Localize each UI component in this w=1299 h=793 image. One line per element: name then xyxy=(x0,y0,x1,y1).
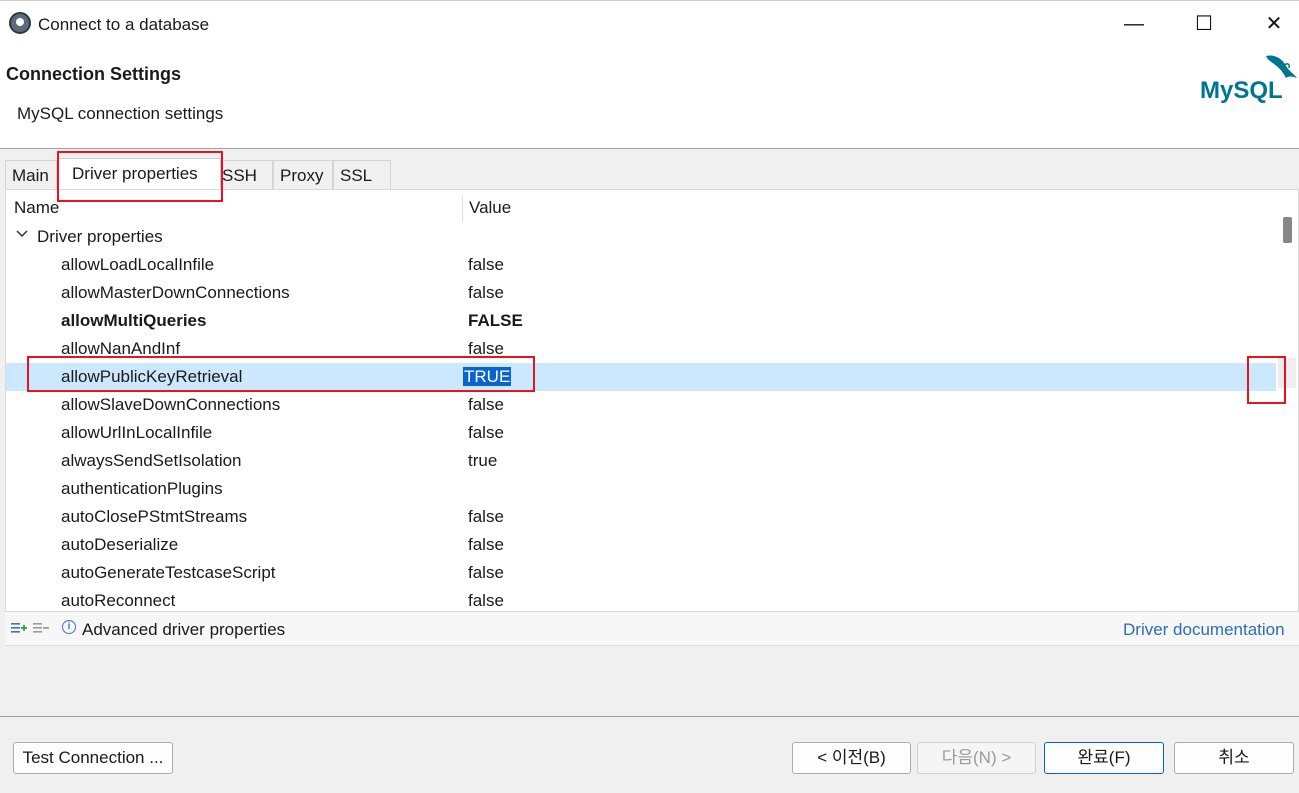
property-name: allowUrlInLocalInfile xyxy=(61,423,213,442)
property-value[interactable]: FALSE xyxy=(468,311,523,331)
finish-button[interactable]: 완료(F) xyxy=(1044,742,1164,774)
next-button[interactable]: 다음(N) > xyxy=(917,742,1036,774)
tab-proxy[interactable]: Proxy xyxy=(273,160,333,189)
property-name: autoDeserialize xyxy=(61,535,179,554)
property-name: autoClosePStmtStreams xyxy=(61,507,248,526)
minimize-button[interactable]: — xyxy=(1111,7,1157,41)
group-row-driver-properties[interactable]: Driver properties xyxy=(6,223,1276,251)
test-connection-button[interactable]: Test Connection ... xyxy=(13,742,173,774)
property-name: alwaysSendSetIsolation xyxy=(61,451,242,470)
page-subtitle: MySQL connection settings xyxy=(17,104,224,123)
table-row[interactable]: autoReconnect false xyxy=(6,587,1276,611)
property-name: authenticationPlugins xyxy=(61,479,223,498)
maximize-button[interactable]: ☐ xyxy=(1181,7,1227,41)
tab-ssh[interactable]: SSH xyxy=(221,160,273,189)
mysql-logo-text: MySQL xyxy=(1200,77,1283,104)
property-value[interactable]: false xyxy=(468,283,504,303)
property-value[interactable]: false xyxy=(468,255,504,275)
table-row[interactable]: allowUrlInLocalInfile false xyxy=(6,419,1276,447)
property-name: allowPublicKeyRetrieval xyxy=(61,367,243,386)
property-value[interactable]: false xyxy=(468,339,504,359)
table-row[interactable]: autoDeserialize false xyxy=(6,531,1276,559)
property-name: allowLoadLocalInfile xyxy=(61,255,215,274)
bottom-divider xyxy=(0,716,1299,717)
close-button[interactable]: ✕ xyxy=(1251,7,1297,41)
table-row[interactable]: allowMultiQueries FALSE xyxy=(6,307,1276,335)
property-name: allowMasterDownConnections xyxy=(61,283,290,302)
property-value-editor[interactable]: TRUE xyxy=(463,367,512,387)
vertical-scrollbar[interactable] xyxy=(1276,190,1298,611)
add-property-icon[interactable] xyxy=(11,621,27,635)
property-name: allowNanAndInf xyxy=(61,339,181,358)
tab-bar: Main Driver properties SSH Proxy SSL xyxy=(5,158,395,190)
page-title: Connection Settings xyxy=(6,64,181,84)
driver-documentation-link[interactable]: Driver documentation xyxy=(1123,620,1285,640)
mysql-logo: MySQL xyxy=(1200,55,1297,104)
tab-main[interactable]: Main xyxy=(5,160,57,189)
property-name: autoReconnect xyxy=(61,591,176,610)
title-bar: Connect to a database — ☐ ✕ xyxy=(0,0,1299,48)
column-divider[interactable] xyxy=(462,196,463,222)
property-name: autoGenerateTestcaseScript xyxy=(61,563,276,582)
back-button[interactable]: < 이전(B) xyxy=(792,742,911,774)
table-row[interactable]: authenticationPlugins xyxy=(6,475,1276,503)
table-row-selected[interactable]: allowPublicKeyRetrieval TRUE xyxy=(6,363,1276,391)
table-row[interactable]: allowLoadLocalInfile false xyxy=(6,251,1276,279)
property-value-text[interactable]: TRUE xyxy=(463,367,512,386)
dialog-header: Connection Settings MySQL connection set… xyxy=(0,48,1299,149)
property-name: allowMultiQueries xyxy=(61,311,207,330)
scrollbar-thumb[interactable] xyxy=(1283,217,1292,243)
property-row-button[interactable] xyxy=(1278,358,1296,388)
window-title: Connect to a database xyxy=(38,15,210,34)
table-row[interactable]: allowSlaveDownConnections false xyxy=(6,391,1276,419)
property-value[interactable]: false xyxy=(468,507,504,527)
cancel-button[interactable]: 취소 xyxy=(1174,742,1294,774)
remove-property-icon[interactable] xyxy=(33,621,49,635)
table-row[interactable]: autoGenerateTestcaseScript false xyxy=(6,559,1276,587)
property-value[interactable]: true xyxy=(468,451,497,471)
group-label: Driver properties xyxy=(37,227,163,246)
table-row[interactable]: autoClosePStmtStreams false xyxy=(6,503,1276,531)
table-row[interactable]: allowNanAndInf false xyxy=(6,335,1276,363)
column-header-name[interactable]: Name xyxy=(14,190,59,225)
property-value[interactable]: false xyxy=(468,423,504,443)
tab-driver-properties[interactable]: Driver properties xyxy=(57,158,221,190)
column-header-value[interactable]: Value xyxy=(469,190,511,225)
table-row[interactable]: alwaysSendSetIsolation true xyxy=(6,447,1276,475)
advanced-properties-label: Advanced driver properties xyxy=(82,620,286,639)
driver-properties-table: Name Value Driver properties allowLoadLo… xyxy=(5,189,1299,612)
table-row[interactable]: allowMasterDownConnections false xyxy=(6,279,1276,307)
chevron-down-icon[interactable] xyxy=(16,228,28,240)
property-value[interactable]: false xyxy=(468,591,504,611)
property-value[interactable]: false xyxy=(468,395,504,415)
properties-footer: i Advanced driver properties Driver docu… xyxy=(5,612,1299,646)
property-value[interactable]: false xyxy=(468,563,504,583)
property-value[interactable]: false xyxy=(468,535,504,555)
app-icon xyxy=(9,12,31,34)
info-icon: i xyxy=(62,620,76,634)
property-name: allowSlaveDownConnections xyxy=(61,395,281,414)
tab-ssl[interactable]: SSL xyxy=(333,160,391,189)
